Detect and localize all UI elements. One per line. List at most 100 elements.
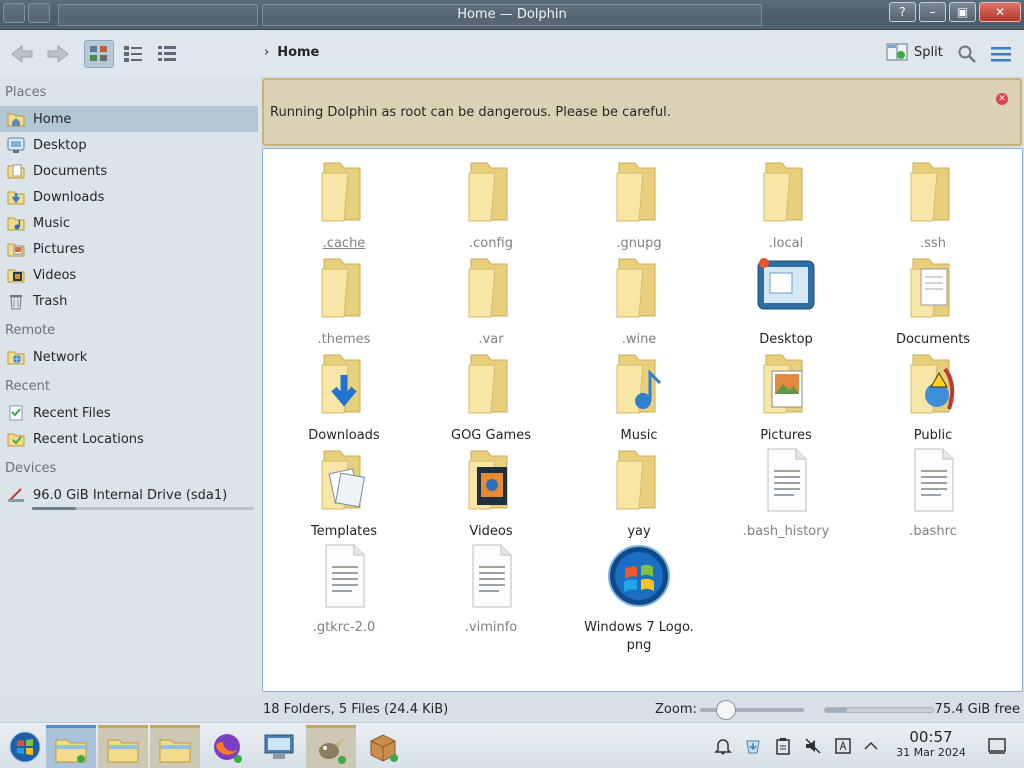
input-method-icon[interactable] <box>834 737 852 755</box>
file-item[interactable]: .viminfo <box>426 541 556 637</box>
file-item[interactable]: Desktop <box>721 253 851 349</box>
taskbar-system-settings[interactable] <box>254 725 304 768</box>
sidebar-item-music[interactable]: Music <box>0 210 258 236</box>
close-button[interactable]: ✕ <box>979 2 1021 22</box>
maximize-button[interactable]: ▣ <box>949 2 976 22</box>
file-item[interactable]: .bash_history <box>721 445 851 541</box>
file-item[interactable]: .themes <box>279 253 409 349</box>
system-monitor-icon <box>264 734 294 759</box>
section-recent: Recent <box>5 379 50 394</box>
hamburger-menu-button[interactable] <box>986 40 1016 68</box>
taskbar-dolphin-active[interactable] <box>46 725 96 768</box>
compact-view-button[interactable] <box>118 40 148 68</box>
window-title: Home — Dolphin <box>457 7 567 22</box>
folder-icon <box>426 349 556 423</box>
file-name: .gtkrc-2.0 <box>312 620 376 635</box>
file-item[interactable]: Windows 7 Logo. png <box>574 541 704 655</box>
file-item[interactable]: Pictures <box>721 349 851 445</box>
sidebar-item-downloads[interactable]: Downloads <box>0 184 258 210</box>
file-item[interactable]: .config <box>426 157 556 253</box>
notifications-icon[interactable] <box>714 737 732 755</box>
taskbar-dolphin-3[interactable] <box>150 725 200 768</box>
minimize-button[interactable]: – <box>919 2 946 22</box>
folder-icon <box>279 157 409 231</box>
zoom-slider-handle[interactable] <box>716 700 736 720</box>
folder-icon <box>426 157 556 231</box>
file-name: .config <box>469 236 513 251</box>
taskbar-gimp[interactable] <box>306 725 356 768</box>
clipboard-icon[interactable] <box>774 737 792 755</box>
file-item[interactable]: .cache <box>279 157 409 253</box>
file-item[interactable]: Templates <box>279 445 409 541</box>
sidebar-item-internal-drive[interactable]: 96.0 GiB Internal Drive (sda1) <box>0 482 258 510</box>
search-button[interactable] <box>952 40 982 68</box>
taskbar-dolphin-2[interactable] <box>98 725 148 768</box>
folder-icon <box>159 739 191 762</box>
expand-tray-icon[interactable] <box>862 737 880 755</box>
split-button[interactable]: Split <box>886 42 943 62</box>
sidebar-item-label: Recent Files <box>33 405 111 421</box>
file-name: Desktop <box>759 332 813 347</box>
icon-view-icon <box>90 46 107 61</box>
text-file-icon <box>868 445 998 519</box>
videos-folder-icon <box>7 266 25 284</box>
start-menu-button[interactable] <box>0 725 50 768</box>
sidebar-item-home[interactable]: Home <box>0 106 258 132</box>
sidebar-item-recent-files[interactable]: Recent Files <box>0 400 258 426</box>
file-item[interactable]: Documents <box>868 253 998 349</box>
icons-view-button[interactable] <box>84 40 114 68</box>
sidebar-item-pictures[interactable]: Pictures <box>0 236 258 262</box>
file-item[interactable]: Music <box>574 349 704 445</box>
sidebar-item-desktop[interactable]: Desktop <box>0 132 258 158</box>
details-view-button[interactable] <box>152 40 182 68</box>
breadcrumb-home[interactable]: Home <box>277 45 319 60</box>
arrow-left-icon <box>11 44 33 64</box>
sidebar-item-label: 96.0 GiB Internal Drive (sda1) <box>33 487 228 503</box>
window-controls: ? – ▣ ✕ <box>889 2 1021 22</box>
hamburger-menu-icon <box>991 47 1011 62</box>
section-places: Places <box>5 85 47 100</box>
show-desktop-icon[interactable] <box>988 738 1006 756</box>
sidebar-item-documents[interactable]: Documents <box>0 158 258 184</box>
file-view[interactable]: .cache .config .gnupg .local .ssh .themes .var… <box>262 148 1023 692</box>
file-name: yay <box>627 524 651 539</box>
sidebar-item-videos[interactable]: Videos <box>0 262 258 288</box>
forward-button[interactable] <box>42 40 72 68</box>
clock[interactable]: 00:57 31 Mar 2024 <box>888 728 974 759</box>
file-item[interactable]: .var <box>426 253 556 349</box>
help-button[interactable]: ? <box>889 2 916 22</box>
clock-time: 00:57 <box>909 728 953 746</box>
sidebar-item-trash[interactable]: Trash <box>0 288 258 314</box>
volume-muted-icon[interactable] <box>804 737 822 755</box>
main-toolbar: › Home Split <box>0 30 1024 76</box>
close-banner-icon[interactable]: ✕ <box>996 93 1008 105</box>
file-item[interactable]: Videos <box>426 445 556 541</box>
videos-folder-icon <box>426 445 556 519</box>
zoom-slider[interactable] <box>700 700 804 720</box>
taskbar-firefox[interactable] <box>202 725 252 768</box>
sidebar-item-recent-locations[interactable]: Recent Locations <box>0 426 258 452</box>
file-name: .viminfo <box>464 620 518 635</box>
downloads-folder-icon <box>279 349 409 423</box>
sidebar-item-label: Documents <box>33 163 108 179</box>
file-item[interactable]: yay <box>574 445 704 541</box>
breadcrumb[interactable]: › Home <box>264 45 319 60</box>
windows-start-icon <box>9 731 41 763</box>
search-icon <box>958 45 976 63</box>
taskbar-package-manager[interactable] <box>358 725 408 768</box>
text-file-icon <box>426 541 556 615</box>
file-item[interactable]: .gnupg <box>574 157 704 253</box>
file-item[interactable]: Downloads <box>279 349 409 445</box>
updates-icon[interactable] <box>744 737 762 755</box>
back-button[interactable] <box>8 40 38 68</box>
folder-icon <box>107 739 139 762</box>
sidebar-item-network[interactable]: Network <box>0 344 258 370</box>
free-space-bar <box>824 707 934 713</box>
file-item[interactable]: .gtkrc-2.0 <box>279 541 409 637</box>
file-item[interactable]: .ssh <box>868 157 998 253</box>
file-item[interactable]: GOG Games <box>426 349 556 445</box>
file-item[interactable]: .local <box>721 157 851 253</box>
file-item[interactable]: .wine <box>574 253 704 349</box>
file-item[interactable]: .bashrc <box>868 445 998 541</box>
file-item[interactable]: Public <box>868 349 998 445</box>
